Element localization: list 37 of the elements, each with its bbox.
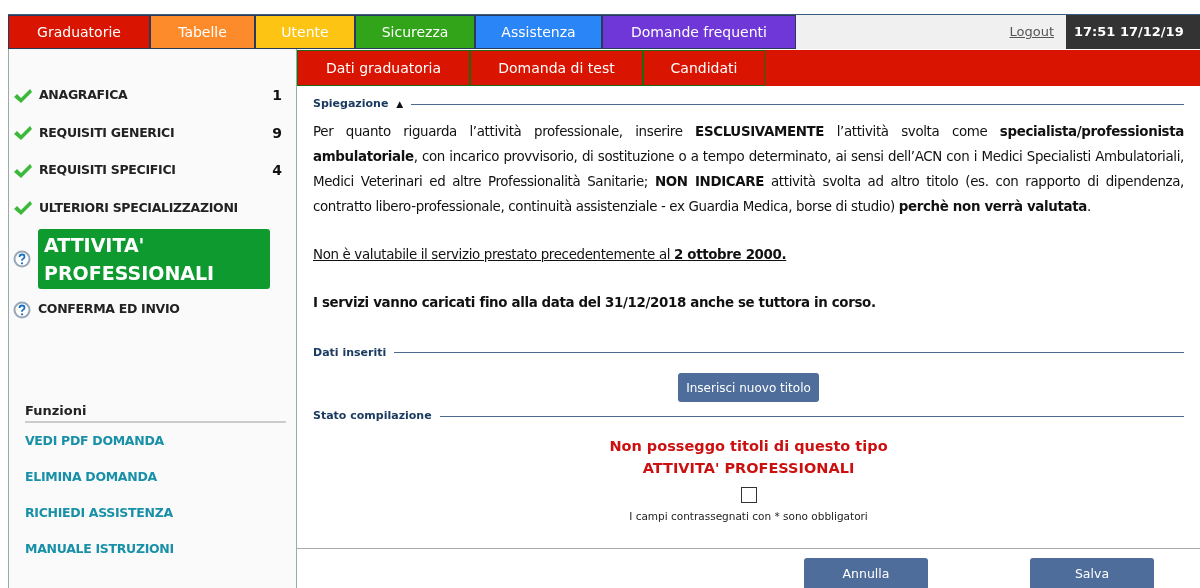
function-link[interactable]: RICHIEDI ASSISTENZA xyxy=(25,503,173,523)
function-link[interactable]: VEDI PDF DOMANDA xyxy=(25,431,164,451)
menu-tab[interactable]: Sicurezza xyxy=(355,15,475,49)
logout-link[interactable]: Logout xyxy=(1009,22,1054,42)
step-count: 4 xyxy=(272,161,282,181)
menu-tab[interactable]: Domande frequenti xyxy=(602,15,796,49)
warning-text: Non posseggo titoli di questo tipo xyxy=(609,436,888,456)
sub-tab[interactable]: Dati graduatoria xyxy=(297,50,470,86)
step-link[interactable]: ANAGRAFICA xyxy=(39,86,273,106)
explanation-text: Per quanto riguarda l’attività professionale, inserire ESCLUSIVAMENTE l’attività svolta come specialista/professionista ambulatoriale, con incarico provvisorio, di sostituzione o a tempo determinato, ai sensi dell’ACN con i Medici Specialisti Ambulatoriali, Medici Veterinari ed altre Professionalità Sanitarie; NON INDICARE attività svolta ad altro titolo (es. con rapporto di dipendenza, contratto libero-professionale, continuità assistenziale - ex Guardia Medica, borse di studio) perchè non verrà valutata. xyxy=(313,122,1184,216)
step-count: 1 xyxy=(272,86,282,106)
warning-text: ATTIVITA' PROFESSIONALI xyxy=(642,458,855,478)
clock-text: 17:51 17/12/19 xyxy=(1066,15,1200,49)
section-legend: Dati inseriti xyxy=(313,344,387,361)
section-legend: Spiegazione xyxy=(313,96,389,113)
function-link[interactable]: MANUALE ISTRUZIONI xyxy=(25,539,174,559)
explanation-text: I servizi vanno caricati fino alla data del 31/12/2018 anche se tuttora in corso. xyxy=(313,293,877,312)
form-button[interactable]: Salva xyxy=(1030,558,1154,588)
explanation-text: Non è valutabile il servizio prestato precedentemente al 2 ottobre 2000. xyxy=(313,245,788,264)
step-link[interactable]: REQUISITI GENERICI xyxy=(39,123,273,143)
sub-tab[interactable]: Domanda di test xyxy=(470,50,643,86)
function-link[interactable]: ELIMINA DOMANDA xyxy=(25,467,157,487)
section-legend: Stato compilazione xyxy=(313,408,432,425)
step-link[interactable]: ATTIVITA' PROFESSIONALI xyxy=(38,229,270,289)
required-note: I campi contrassegnati con * sono obbligatori xyxy=(629,508,868,524)
step-count: 9 xyxy=(272,123,282,143)
checkbox[interactable] xyxy=(740,486,757,503)
menu-tab[interactable]: Graduatorie xyxy=(8,15,150,49)
insert-title-button[interactable]: Inserisci nuovo titolo xyxy=(678,373,819,402)
sub-tab[interactable]: Candidati xyxy=(643,50,765,86)
form-button[interactable]: Annulla xyxy=(804,558,928,588)
step-link[interactable]: REQUISITI SPECIFICI xyxy=(39,161,273,181)
step-link[interactable]: CONFERMA ED INVIO xyxy=(38,300,282,320)
menu-tab[interactable]: Assistenza xyxy=(475,15,602,49)
step-link[interactable]: ULTERIORI SPECIALIZZAZIONI xyxy=(39,198,282,218)
functions-heading: Funzioni xyxy=(25,400,286,423)
collapse-toggle[interactable]: ▲ xyxy=(396,97,404,111)
